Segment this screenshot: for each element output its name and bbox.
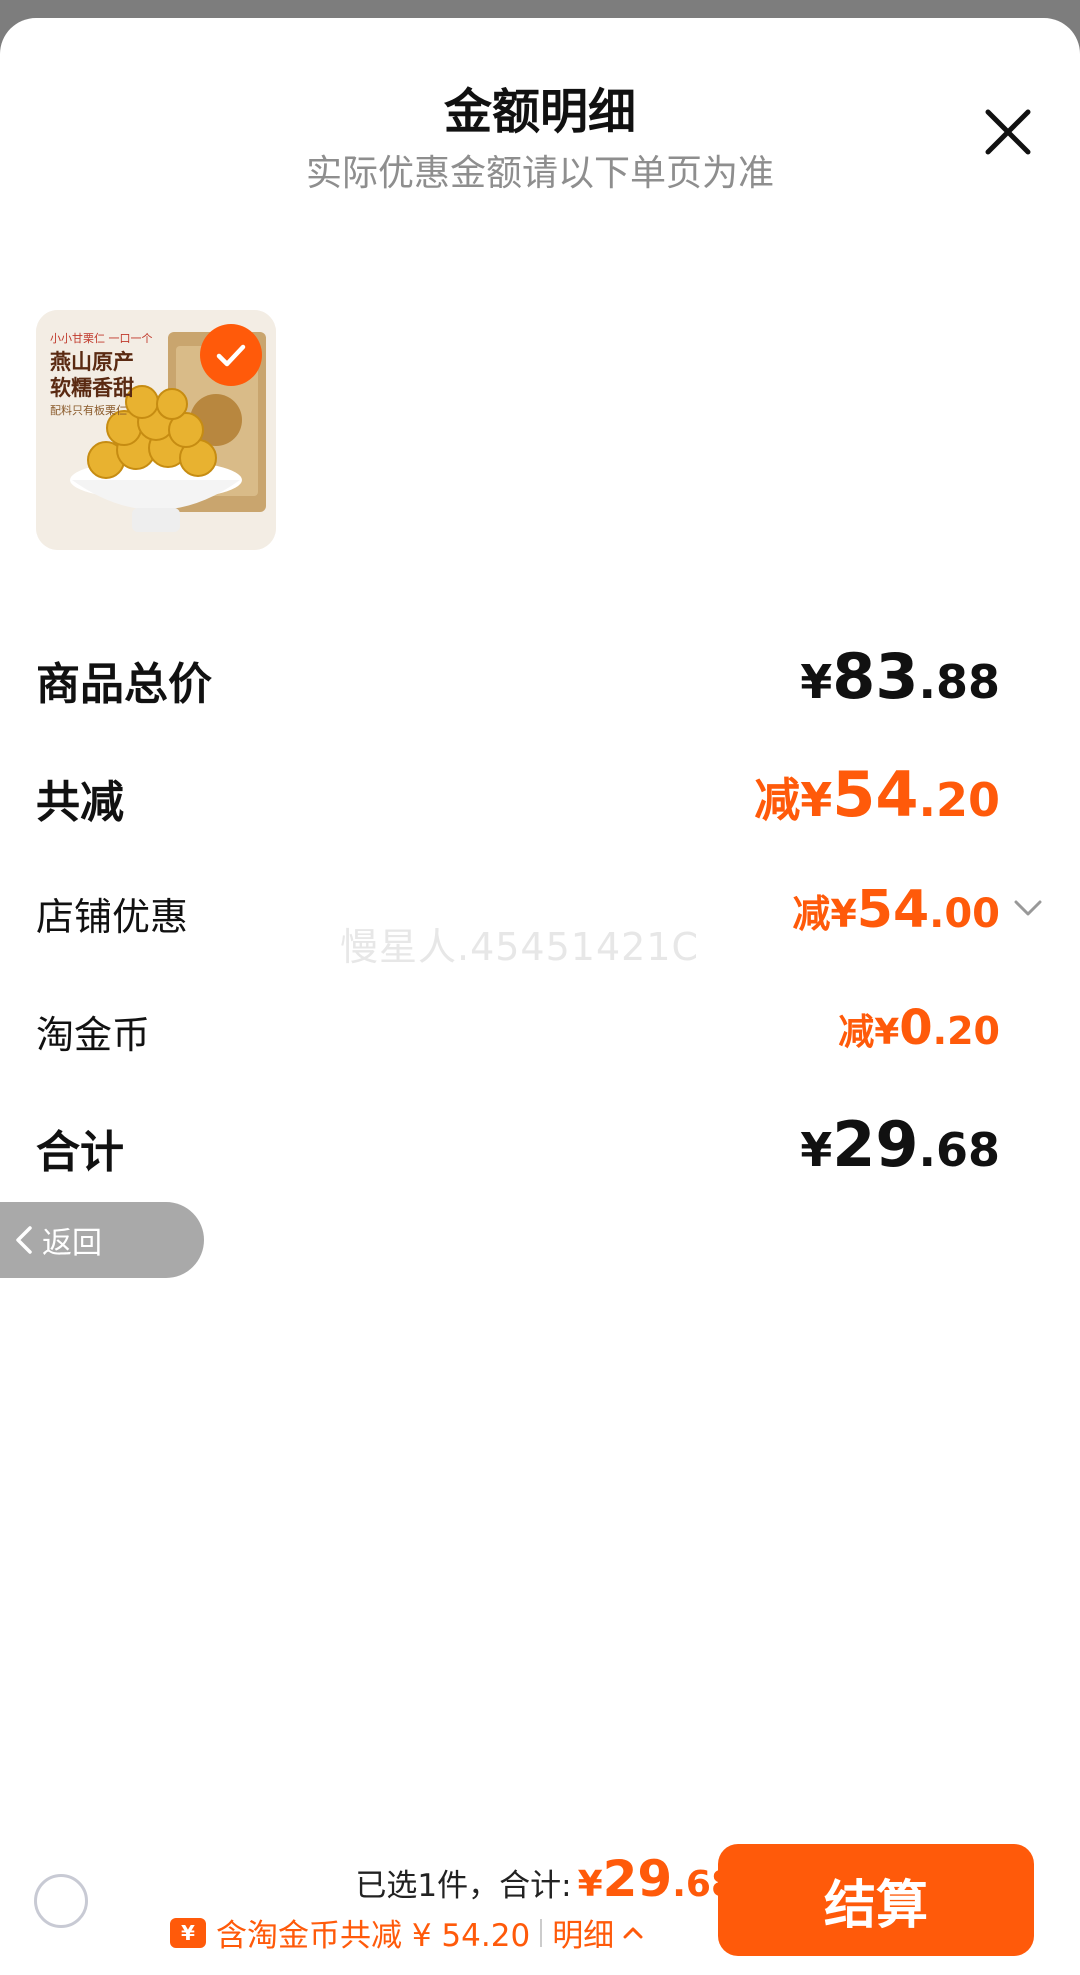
total-price-amount: ¥83.88 [800,640,1000,713]
product-image-caption: 配料只有板栗仁 [50,404,127,417]
product-image-headline-2: 软糯香甜 [50,376,134,400]
bottom-total: 已选1件，合计: ¥ 29 .68 [355,1850,736,1908]
detail-toggle-label[interactable]: 明细 [552,1910,614,1955]
total-discount-amount: 减¥54.20 [754,758,1000,831]
row-total-price: 商品总价 ¥83.88 [36,640,1036,720]
back-button-label: 返回 [42,1226,102,1261]
checkout-button[interactable]: 结算 [718,1844,1034,1956]
store-discount-label: 店铺优惠 [36,895,189,939]
row-coins: 淘金币 减¥0.20 [36,996,1036,1066]
chevron-down-icon[interactable] [1012,896,1044,924]
chevron-up-icon[interactable] [622,1925,644,1941]
store-discount-amount: 减¥54.00 [792,880,1000,940]
total-discount-label: 共减 [36,777,124,828]
row-total-discount: 共减 减¥54.20 [36,758,1036,838]
select-all-checkbox[interactable] [34,1874,88,1928]
selected-check-icon[interactable] [200,324,262,386]
chevron-left-icon [14,1224,34,1256]
coins-amount: 减¥0.20 [838,1000,1000,1056]
back-button[interactable]: 返回 [0,1202,204,1278]
watermark-text: 慢星人.45451421C [340,925,700,969]
coin-discount-line[interactable]: ¥ 含淘金币共减 ¥ 54.20 明细 [170,1910,644,1955]
sheet-subtitle: 实际优惠金额请以下单页为准 [305,153,774,194]
selected-count-text: 已选1件，合计: [355,1868,572,1904]
row-sum: 合计 ¥29.68 [36,1108,1036,1188]
divider [540,1918,543,1947]
coin-icon: ¥ [170,1917,206,1948]
sum-amount: ¥29.68 [800,1108,1000,1181]
close-icon[interactable] [982,106,1034,158]
amount-detail-sheet: 金额明细 实际优惠金额请以下单页为准 小小甘栗仁 一口一个 燕山原产 软糯香甜 … [0,18,1080,1975]
total-price-label: 商品总价 [36,659,212,710]
sheet-title: 金额明细 [443,84,636,140]
coins-label: 淘金币 [36,1013,151,1057]
product-image-tagline: 小小甘栗仁 一口一个 [50,332,153,345]
bottom-checkout-bar: 已选1件，合计: ¥ 29 .68 ¥ 含淘金币共减 ¥ 54.20 明细 结算 [0,1818,1080,1975]
coin-discount-text: 含淘金币共减 ¥ 54.20 [216,1918,531,1954]
sum-label: 合计 [36,1127,124,1178]
